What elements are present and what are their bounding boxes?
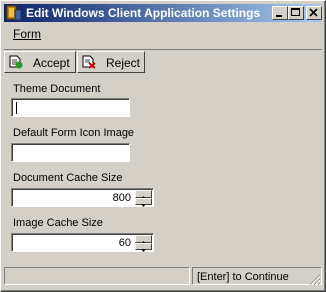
menu-bar: Form [4, 23, 322, 43]
window-title: Edit Windows Client Application Settings [26, 6, 261, 20]
document-cache-size-label: Document Cache Size [13, 172, 123, 184]
down-arrow-icon [141, 204, 146, 207]
accept-button[interactable]: Accept [4, 51, 76, 73]
title-bar[interactable]: Edit Windows Client Application Settings [4, 4, 322, 22]
image-cache-size-label: Image Cache Size [13, 217, 103, 229]
default-form-icon-input[interactable] [11, 143, 130, 162]
image-cache-size-spinner[interactable]: 60 [11, 233, 154, 252]
reject-document-icon [82, 55, 96, 69]
reject-button[interactable]: Reject [77, 51, 145, 73]
accept-label: Accept [33, 56, 70, 70]
close-icon [309, 8, 318, 17]
app-icon[interactable] [6, 5, 22, 21]
status-right-text: [Enter] to Continue [197, 271, 289, 283]
resize-grip-icon[interactable] [309, 274, 321, 286]
toolbar: Accept Reject [4, 49, 322, 76]
accept-document-icon [9, 55, 23, 69]
app-window: Edit Windows Client Application Settings… [0, 0, 326, 292]
default-form-icon-label: Default Form Icon Image [13, 127, 135, 139]
image-cache-size-value: 60 [118, 237, 131, 249]
theme-document-label: Theme Document [13, 83, 101, 95]
status-bar: [Enter] to Continue [4, 267, 322, 287]
status-panel-left [4, 267, 190, 285]
reject-label: Reject [106, 56, 141, 70]
document-cache-size-value: 800 [112, 192, 131, 204]
image-cache-up-button[interactable] [135, 235, 152, 244]
menu-form-label: Form [13, 27, 41, 41]
theme-document-input[interactable] [11, 98, 130, 117]
document-cache-size-spinner[interactable]: 800 [11, 188, 154, 207]
minimize-button[interactable] [272, 6, 288, 20]
status-panel-right: [Enter] to Continue [192, 267, 322, 285]
text-caret [16, 102, 17, 114]
document-cache-up-button[interactable] [135, 190, 152, 199]
maximize-icon [291, 8, 300, 16]
minimize-icon [276, 15, 282, 17]
image-cache-down-button[interactable] [135, 243, 152, 252]
down-arrow-icon [141, 249, 146, 252]
close-button[interactable] [306, 6, 322, 20]
document-cache-down-button[interactable] [135, 198, 152, 207]
maximize-button[interactable] [288, 6, 304, 20]
menu-form[interactable]: Form [13, 27, 41, 41]
